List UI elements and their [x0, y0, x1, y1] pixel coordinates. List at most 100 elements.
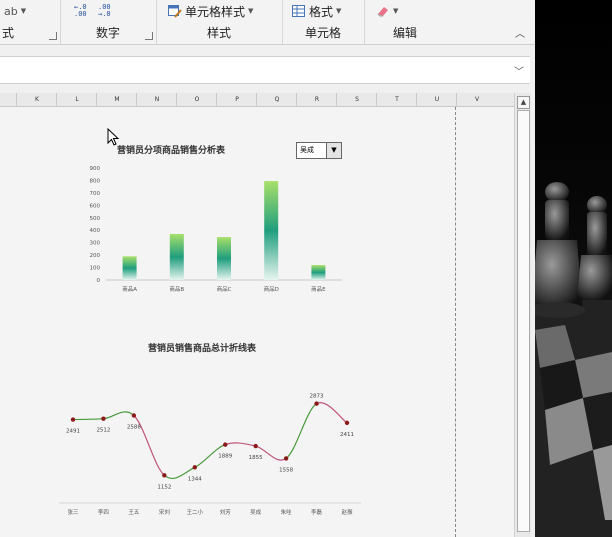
bar[interactable]: [122, 256, 137, 280]
group-label-number: 数字: [95, 26, 120, 40]
group-styles: 单元格样式 ▼ 样式: [156, 0, 283, 44]
bar-chart-title: 营销员分项商品销售分析表: [117, 146, 226, 156]
column-header[interactable]: R: [296, 93, 337, 106]
series-line-segment: [103, 411, 135, 420]
x-tick-label: 商品C: [217, 285, 232, 293]
column-header[interactable]: O: [176, 93, 217, 106]
data-point[interactable]: [131, 413, 137, 418]
bar[interactable]: [169, 233, 184, 280]
chessboard-photo-background: [535, 0, 612, 537]
cell-style-icon: [168, 4, 182, 18]
vertical-scrollbar[interactable]: ▲: [514, 93, 531, 537]
collapse-ribbon-icon[interactable]: ︿: [515, 25, 525, 40]
series-line-segment: [285, 403, 317, 459]
clear-button[interactable]: ▼: [376, 3, 398, 19]
orientation-icon: ab: [4, 4, 18, 18]
data-point[interactable]: [70, 417, 76, 422]
data-point[interactable]: [344, 420, 350, 426]
decrease-decimal-button[interactable]: .00 →.0: [98, 3, 111, 19]
column-header[interactable]: Q: [256, 93, 297, 106]
data-point[interactable]: [101, 416, 106, 421]
scrollbar-thumb[interactable]: [517, 110, 530, 532]
column-header[interactable]: N: [136, 93, 177, 106]
data-point[interactable]: [253, 443, 258, 449]
x-tick-label: 朱哇: [281, 508, 293, 516]
decrease-decimal-icon: .00 →.0: [98, 3, 111, 18]
column-header[interactable]: K: [16, 93, 57, 106]
ribbon: ab ▼ 式 ←.0.00 .00 →.0 数字 单元格样式 ▼ 样式 格式 ▼…: [0, 0, 535, 45]
format-button[interactable]: 格式 ▼: [292, 3, 341, 19]
series-line-segment: [72, 418, 104, 421]
x-tick-label: 商品D: [264, 285, 279, 293]
increase-decimal-button[interactable]: ←.0.00: [74, 3, 87, 19]
eraser-icon: [377, 7, 388, 17]
orientation-button[interactable]: ab ▼: [4, 3, 26, 19]
column-header[interactable]: L: [56, 93, 97, 106]
x-tick-label: 吴成: [250, 508, 262, 516]
series-line-segment: [225, 442, 256, 447]
y-tick-label: 400: [90, 228, 101, 234]
y-tick-label: 0: [97, 278, 101, 284]
data-point[interactable]: [162, 473, 167, 478]
x-tick-label: 商品B: [169, 285, 184, 293]
group-alignment: ab ▼ 式: [0, 0, 61, 44]
column-header[interactable]: T: [376, 93, 417, 106]
chevron-down-icon: ▼: [20, 7, 27, 15]
data-label: 1152: [157, 484, 171, 490]
y-tick-label: 800: [90, 178, 101, 184]
group-label-editing: 编辑: [392, 26, 417, 40]
x-tick-label: 商品A: [122, 285, 137, 293]
column-header[interactable]: U: [416, 93, 457, 106]
column-header[interactable]: V: [456, 93, 497, 106]
cell-style-label: 单元格样式: [185, 4, 246, 19]
column-header[interactable]: P: [216, 93, 257, 106]
chevron-down-icon: ▼: [336, 7, 342, 15]
y-tick-label: 900: [90, 166, 101, 172]
mouse-cursor-icon: [107, 128, 120, 146]
data-label: 2491: [66, 429, 80, 435]
x-tick-label: 王二小: [187, 508, 204, 516]
chevron-down-icon[interactable]: ▼: [326, 143, 341, 158]
column-header[interactable]: S: [336, 93, 377, 106]
chevron-down-icon: ▼: [248, 7, 254, 15]
group-editing: ▼ 编辑: [364, 0, 446, 44]
group-cells: 格式 ▼ 单元格: [282, 0, 365, 44]
data-label: 2411: [340, 432, 354, 438]
chevron-down-icon: ▼: [393, 7, 399, 15]
formula-bar[interactable]: ﹀: [0, 56, 530, 84]
series-line-segment: [316, 402, 348, 424]
y-tick-label: 700: [90, 191, 101, 197]
x-tick-label: 王五: [128, 509, 140, 516]
data-point[interactable]: [192, 465, 197, 470]
y-tick-label: 300: [90, 241, 101, 247]
y-tick-label: 200: [90, 253, 101, 259]
page-break-line: [455, 107, 456, 537]
x-tick-label: 李四: [98, 508, 109, 516]
bar[interactable]: [264, 181, 279, 280]
format-icon: [292, 4, 305, 17]
x-tick-label: 宋刘: [159, 508, 171, 516]
data-label: 1344: [188, 476, 202, 482]
data-point[interactable]: [314, 401, 319, 406]
x-tick-label: 刘芳: [220, 508, 232, 516]
x-tick-label: 商品E: [311, 285, 326, 293]
x-tick-label: 赵振: [341, 508, 353, 516]
bar-chart: 0 100 200 300 400 500 600 700 800 900 商品A 商品B 商品C 商品D…: [90, 166, 342, 293]
data-point[interactable]: [283, 456, 289, 461]
x-tick-label: 张三: [67, 508, 79, 516]
salesperson-select[interactable]: 吴成 ▼: [296, 142, 342, 159]
column-header[interactable]: M: [96, 93, 137, 106]
bar[interactable]: [217, 237, 231, 280]
data-point[interactable]: [223, 442, 228, 447]
scroll-up-icon[interactable]: ▲: [517, 96, 530, 109]
data-label: 2588: [127, 425, 141, 431]
bar[interactable]: [311, 265, 326, 280]
group-label-cells: 单元格: [304, 26, 341, 40]
data-label: 1889: [218, 454, 232, 460]
expand-formula-bar-icon[interactable]: ﹀: [514, 63, 524, 78]
y-tick-label: 100: [90, 266, 101, 272]
dialog-launcher-icon[interactable]: [145, 32, 153, 40]
format-label: 格式: [309, 4, 334, 19]
cell-style-button[interactable]: 单元格样式 ▼: [168, 3, 253, 19]
dialog-launcher-icon[interactable]: [49, 32, 57, 40]
